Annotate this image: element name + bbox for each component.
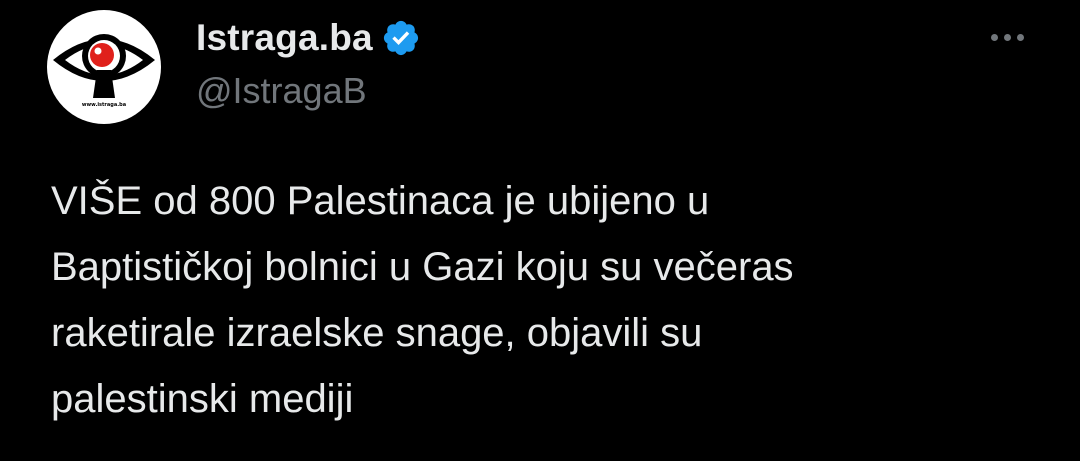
more-horizontal-icon bbox=[990, 33, 998, 41]
author-display-name[interactable]: Istraga.ba bbox=[196, 17, 373, 59]
avatar[interactable]: www.istraga.ba bbox=[47, 10, 161, 124]
tweet-text-line: VIŠE od 800 Palestinaca je ubijeno u bbox=[51, 179, 710, 223]
author-handle[interactable]: @IstragaB bbox=[196, 70, 367, 112]
more-options-button[interactable] bbox=[982, 22, 1032, 52]
more-horizontal-icon bbox=[1003, 33, 1011, 41]
author-name-row: Istraga.ba bbox=[196, 12, 421, 64]
tweet-text-line: raketirale izraelske snage, objavili su bbox=[51, 311, 703, 355]
tweet-text: VIŠE od 800 Palestinaca je ubijeno u Bap… bbox=[51, 168, 1041, 432]
avatar-caption: www.istraga.ba bbox=[81, 102, 127, 108]
tweet-card: www.istraga.ba Istraga.ba @IstragaB VIŠE… bbox=[0, 0, 1080, 461]
verified-badge-icon bbox=[383, 20, 418, 56]
tweet-text-line: Baptističkoj bolnici u Gazi koju su veče… bbox=[51, 245, 794, 289]
tweet-text-line: palestinski mediji bbox=[51, 377, 354, 421]
more-horizontal-icon bbox=[1016, 33, 1024, 41]
